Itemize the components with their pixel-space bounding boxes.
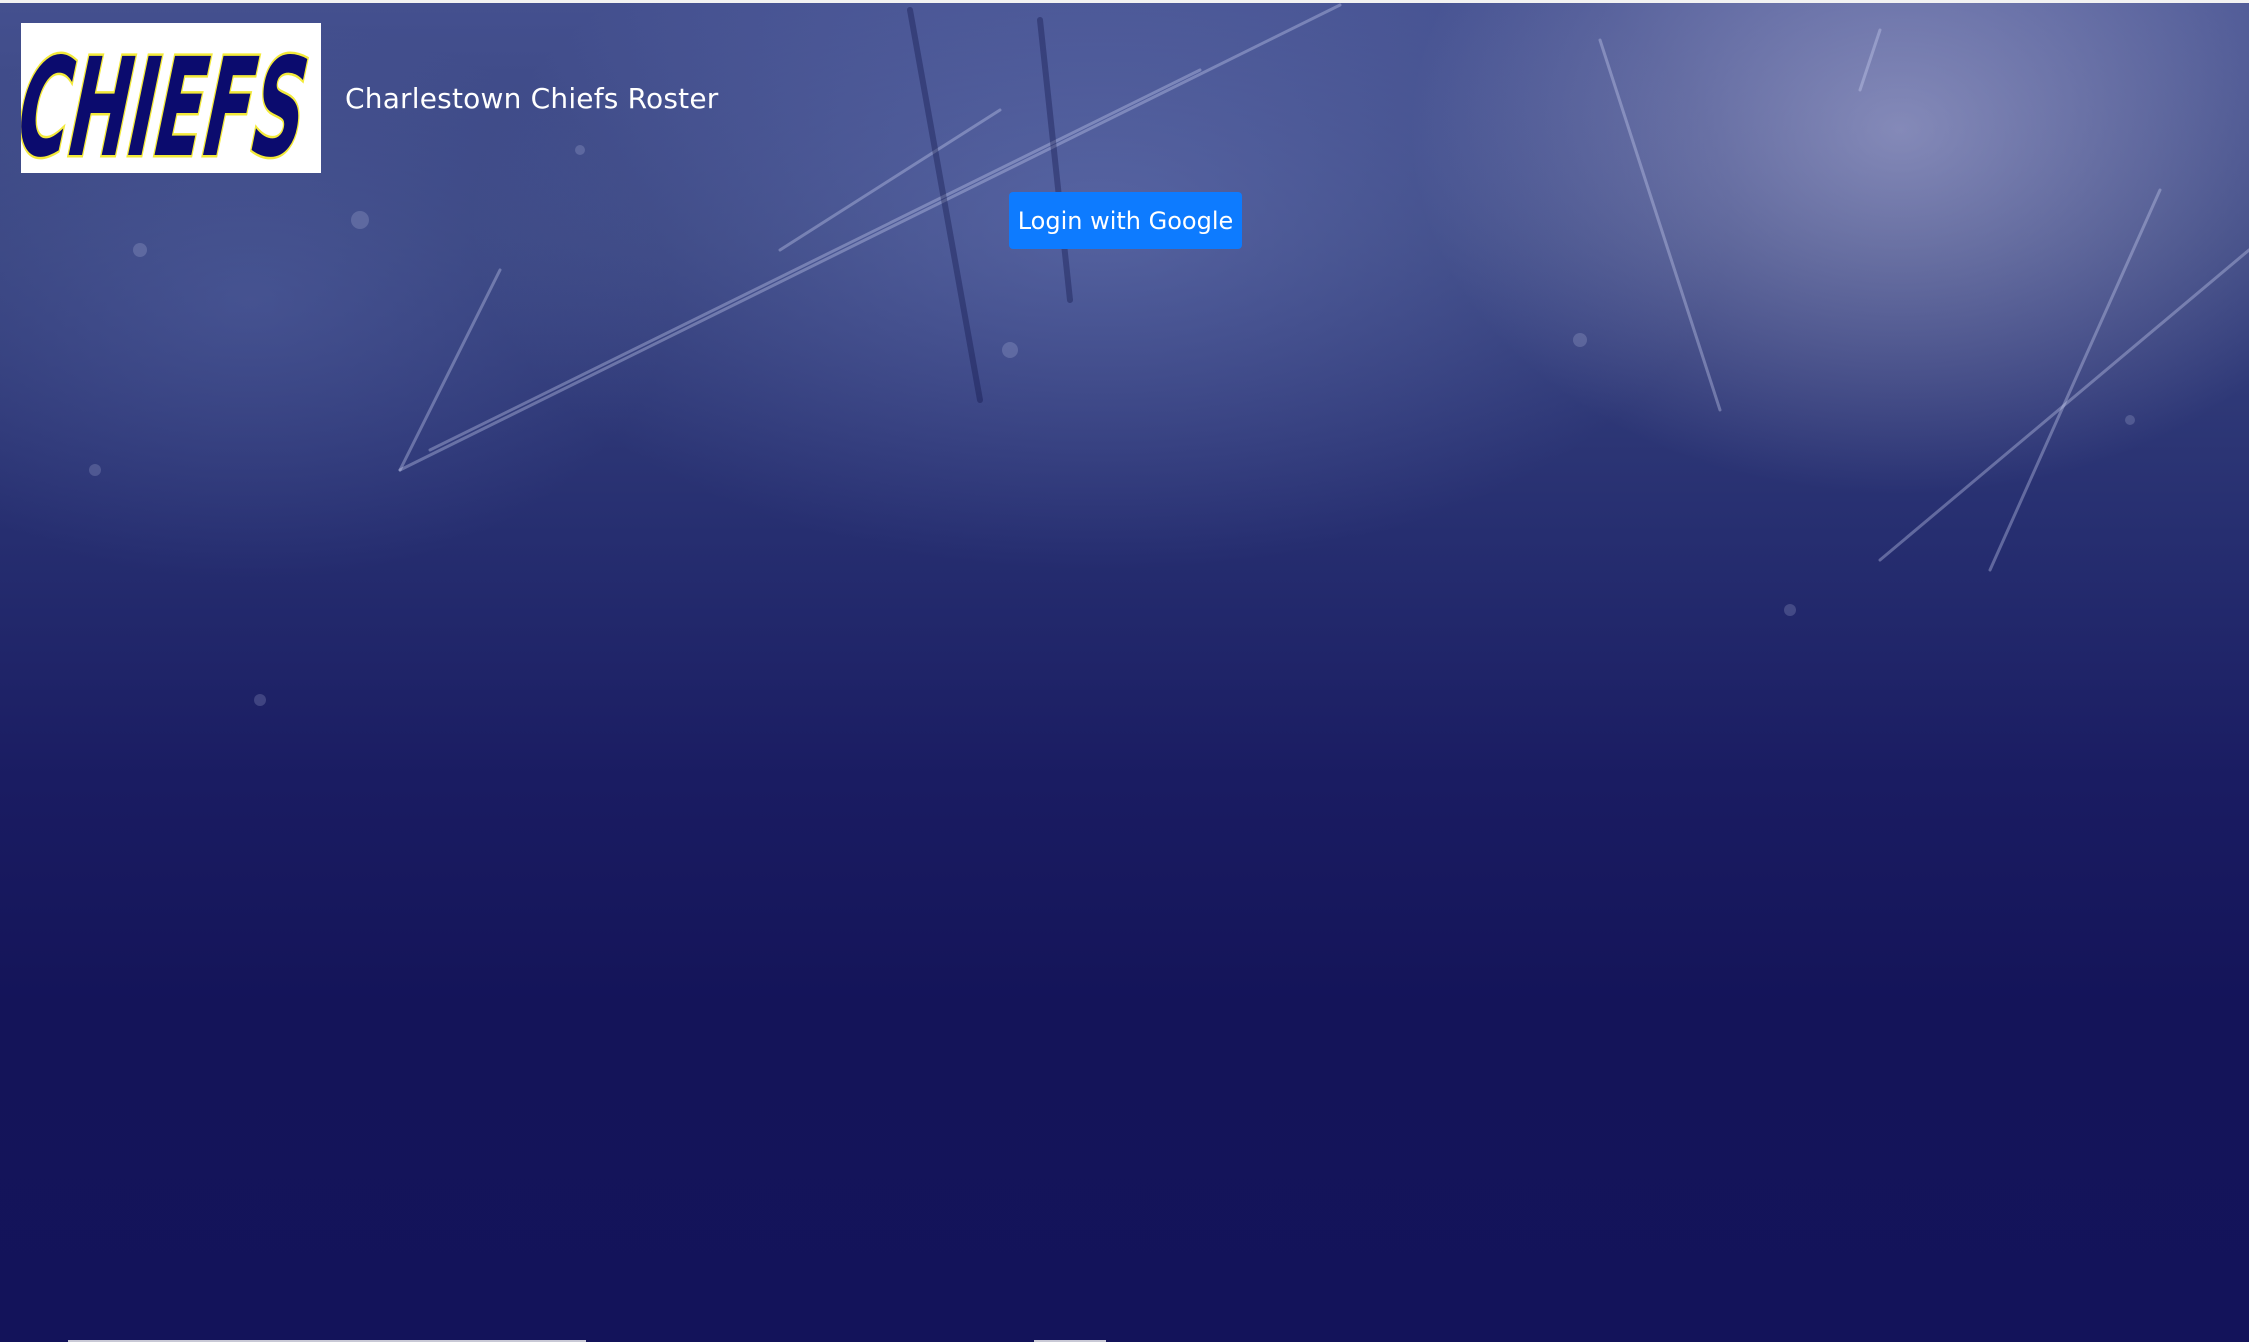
page-title: Charlestown Chiefs Roster bbox=[345, 81, 719, 115]
login-with-google-button[interactable]: Login with Google bbox=[1009, 192, 1242, 249]
logo-lettering: CHIEFS bbox=[21, 29, 314, 173]
header: CHIEFS Charlestown Chiefs Roster bbox=[21, 23, 719, 173]
top-edge bbox=[0, 0, 2249, 3]
chiefs-logo: CHIEFS bbox=[21, 23, 321, 173]
